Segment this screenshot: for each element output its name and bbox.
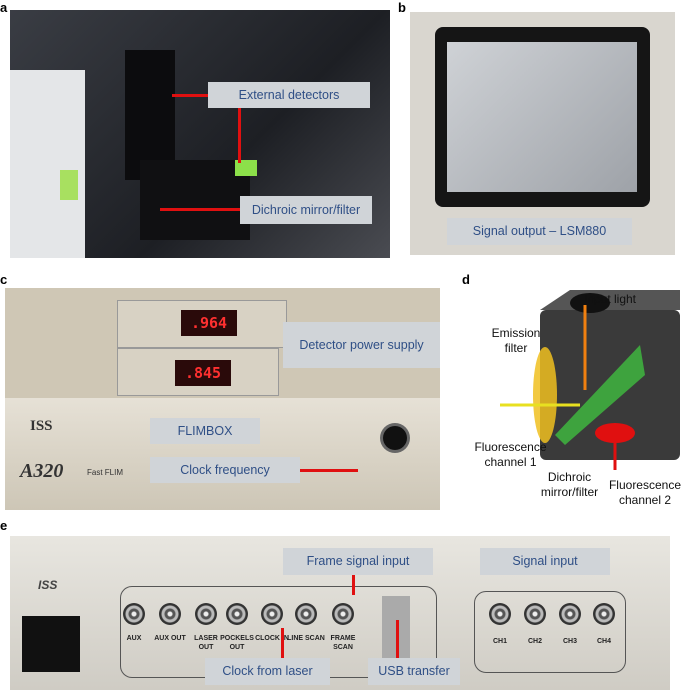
- label-detector-power: Detector power supply: [283, 322, 440, 368]
- label-dichroic-d: Dichroic mirror/filter: [540, 470, 599, 499]
- bnc-channel: [559, 603, 581, 625]
- bnc-channel: [593, 603, 615, 625]
- a320-logo: A320: [20, 460, 64, 482]
- arrow: [396, 620, 399, 658]
- label-external-detectors: External detectors: [208, 82, 370, 108]
- arrow: [281, 628, 284, 658]
- label-signal-output: Signal output – LSM880: [447, 218, 632, 245]
- bnc-connector: [123, 603, 145, 625]
- panel-letter-d: d: [462, 272, 470, 287]
- bnc-connector: [295, 603, 317, 625]
- connector-label: FRAME SCAN: [330, 635, 356, 651]
- arrow: [352, 575, 355, 595]
- fast-flim-text: Fast FLIM: [87, 468, 124, 477]
- label-input-light: Input light: [583, 292, 637, 306]
- panel-letter-b: b: [398, 0, 406, 15]
- connector-label: POCKELS OUT: [220, 635, 254, 651]
- label-usb-transfer: USB transfer: [368, 658, 460, 685]
- iss-logo: ISS: [30, 418, 53, 434]
- bnc-connector: [261, 603, 283, 625]
- label-clock-frequency: Clock frequency: [150, 457, 300, 483]
- arrow: [300, 469, 358, 472]
- channel-label: CH4: [596, 638, 611, 645]
- connector-label: AUX OUT: [154, 635, 186, 642]
- panel-letter-e: e: [0, 518, 8, 533]
- connector-label: AUX: [126, 635, 142, 642]
- display-964: .964: [181, 310, 237, 336]
- panel-letter-a: a: [0, 0, 8, 15]
- bnc-connector: [332, 603, 354, 625]
- label-fluorescence-channel-1: Fluorescence channel 1: [474, 440, 547, 469]
- channel-label: CH2: [527, 638, 542, 645]
- panel-letter-c: c: [0, 272, 8, 287]
- arrow: [238, 108, 241, 163]
- arrow: [172, 94, 208, 97]
- label-clock-from-laser: Clock from laser: [205, 658, 330, 685]
- label-flimbox: FLIMBOX: [150, 418, 260, 444]
- channel-label: CH1: [492, 638, 507, 645]
- connector-label: LINE SCAN: [287, 635, 325, 642]
- label-fluorescence-channel-2: Fluorescence channel 2: [608, 478, 682, 507]
- bnc-connector: [226, 603, 248, 625]
- bnc-channel: [489, 603, 511, 625]
- bnc-connector: [159, 603, 181, 625]
- label-emission-filter: Emission filter: [491, 326, 541, 355]
- label-dichroic-a: Dichroic mirror/filter: [240, 196, 372, 224]
- label-signal-input: Signal input: [480, 548, 610, 575]
- label-frame-signal-input: Frame signal input: [283, 548, 433, 575]
- iss-logo-e: ISS: [38, 578, 58, 592]
- display-845: .845: [175, 360, 231, 386]
- bnc-channel: [524, 603, 546, 625]
- bnc-connector: [195, 603, 217, 625]
- arrow: [160, 208, 240, 211]
